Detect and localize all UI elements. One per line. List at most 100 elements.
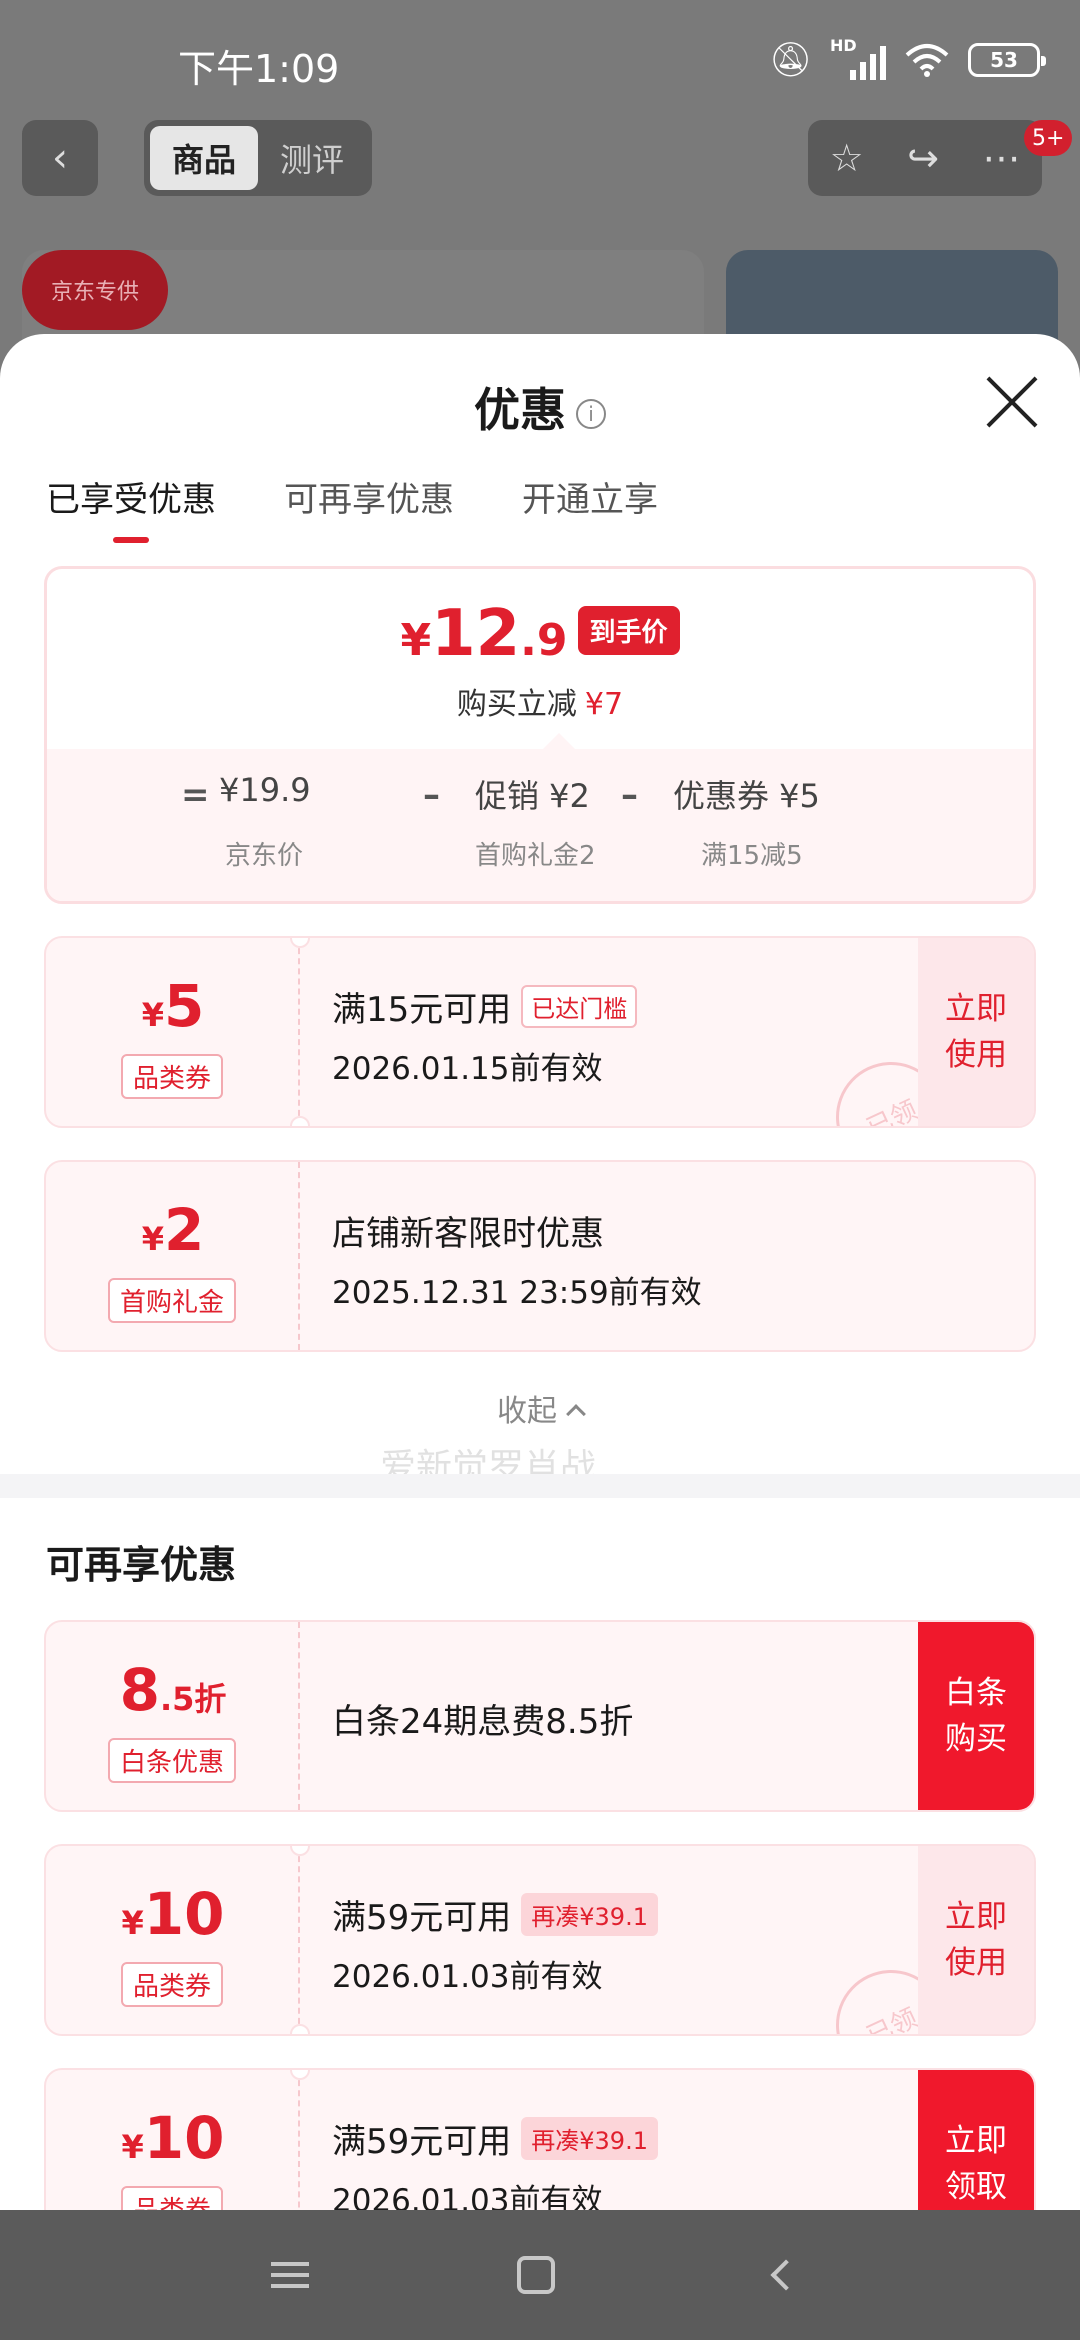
- coupon-type: 品类券: [120, 1962, 224, 2007]
- coupon-condition: 白条24期息费8.5折: [332, 1702, 634, 1742]
- chevron-left-icon: ‹: [52, 135, 68, 181]
- claim-now-button[interactable]: 立即领取: [918, 2070, 1034, 2210]
- info-icon[interactable]: i: [576, 398, 606, 429]
- coupon-amount: ¥5: [46, 972, 300, 1040]
- collapse-button[interactable]: 收起: [0, 1386, 1080, 1430]
- tab-more[interactable]: 可再享优惠: [284, 472, 454, 543]
- currency: ¥: [400, 615, 432, 666]
- minus-sign: –: [423, 775, 440, 815]
- tab-review[interactable]: 测评: [258, 126, 366, 190]
- save-label: 购买立减: [456, 687, 577, 722]
- product-tabs: 商品 测评: [144, 120, 372, 196]
- sheet-title: 优惠 i: [0, 374, 1080, 440]
- coupon-amount: ¥10: [46, 1880, 300, 1948]
- coupon-expiry: 2026.01.03前有效: [332, 2183, 603, 2210]
- promo-label: 首购礼金2: [475, 841, 596, 871]
- promo-value: 促销 ¥2: [475, 777, 590, 815]
- coupon-number: 5: [163, 972, 205, 1040]
- coupon-condition: 店铺新客限时优惠: [332, 1214, 604, 1254]
- system-nav-bar: [0, 2210, 1080, 2340]
- gap-badge: 再凑¥39.1: [521, 2117, 658, 2160]
- baitiao-buy-label: 白条购买: [945, 1675, 1007, 1757]
- coupon-card: ¥10 品类券 满59元可用再凑¥39.1 2026.01.03前有效 立即领取: [44, 2068, 1036, 2210]
- back-icon[interactable]: [726, 2210, 846, 2340]
- final-price-int: 12: [431, 597, 521, 671]
- store-tag: 京东专供: [22, 250, 168, 330]
- status-bar: 下午1:09 🔕︎ HD 53: [0, 0, 1080, 120]
- close-icon[interactable]: [984, 374, 1040, 430]
- wifi-icon: [905, 44, 949, 77]
- use-now-button[interactable]: 立即使用: [918, 938, 1034, 1126]
- price-summary: ¥12.9 到手价 购买立减 ¥7 = ¥19.9 京东价 – 促销 ¥2 首购礼金…: [44, 566, 1036, 904]
- coupon-card: 8.5折 白条优惠 白条24期息费8.5折 白条购买: [44, 1620, 1036, 1812]
- coupon-card: ¥2 首购礼金 店铺新客限时优惠 2025.12.31 23:59前有效: [44, 1160, 1036, 1352]
- section-title: 可再享优惠: [46, 1543, 237, 1587]
- chevron-up-icon: [566, 1404, 586, 1424]
- coupon-currency: ¥: [141, 996, 164, 1034]
- tab-enjoyed[interactable]: 已享受优惠: [46, 472, 216, 543]
- baitiao-buy-button[interactable]: 白条购买: [918, 1622, 1034, 1810]
- home-icon[interactable]: [476, 2210, 596, 2340]
- price-breakdown: = ¥19.9 京东价 – 促销 ¥2 首购礼金2 – 优惠券 ¥5 满15减5: [47, 733, 1033, 901]
- coupon-condition: 满59元可用: [332, 1898, 512, 1938]
- coupon-currency: ¥: [141, 1220, 164, 1258]
- final-price-tag: 到手价: [577, 606, 680, 655]
- coupon-label: 满15减5: [701, 841, 803, 871]
- threshold-badge: 已达门槛: [521, 985, 638, 1028]
- star-icon[interactable]: ☆: [830, 136, 864, 180]
- share-icon[interactable]: ↪: [907, 136, 939, 180]
- notification-badge: 5+: [1024, 120, 1073, 156]
- equals-sign: =: [181, 775, 210, 815]
- coupon-value: 优惠券 ¥5: [673, 777, 820, 815]
- tab-product[interactable]: 商品: [150, 126, 258, 190]
- menu-icon[interactable]: [230, 2210, 350, 2340]
- signal-icon: HD: [830, 36, 886, 80]
- coupon-type: 品类券: [120, 2186, 224, 2210]
- coupon-expiry: 2026.01.15前有效: [332, 1051, 603, 1087]
- use-now-label: 立即使用: [945, 1899, 1007, 1981]
- section-divider: [0, 1474, 1080, 1498]
- coupon-expiry: 2025.12.31 23:59前有效: [332, 1275, 702, 1311]
- battery-icon: 53: [968, 43, 1046, 77]
- use-now-label: 立即使用: [945, 991, 1007, 1073]
- coupon-type: 品类券: [120, 1054, 224, 1099]
- minus-sign: –: [621, 775, 638, 815]
- coupon-expiry: 2026.01.03前有效: [332, 1959, 603, 1995]
- coupon-amount: ¥10: [46, 2104, 300, 2172]
- status-icons: 🔕︎ HD 53: [768, 36, 1046, 80]
- discount-tabs: 已享受优惠 可再享优惠 开通立享: [46, 472, 658, 543]
- tab-activate[interactable]: 开通立享: [522, 472, 658, 543]
- mute-bell-icon: 🔕︎: [768, 40, 812, 80]
- final-price-dec: .9: [520, 615, 568, 666]
- coupon-amount: 8.5折: [46, 1656, 300, 1724]
- coupon-number: 10: [143, 1880, 225, 1948]
- use-now-button[interactable]: 立即使用: [918, 1846, 1034, 2034]
- coupon-card: ¥10 品类券 满59元可用 再凑¥39.1 2026.01.03前有效 已领 立…: [44, 1844, 1036, 2036]
- coupon-currency: ¥: [121, 2128, 144, 2166]
- status-time: 下午1:09: [178, 47, 340, 91]
- coupon-number: 8: [119, 1656, 160, 1724]
- base-price-label: 京东价: [225, 841, 304, 871]
- final-price: ¥12.9 到手价: [47, 597, 1033, 671]
- collapse-label: 收起: [497, 1394, 557, 1429]
- coupon-number: 2: [163, 1196, 205, 1264]
- save-value: ¥7: [584, 687, 624, 722]
- gap-badge: 再凑¥39.1: [521, 1893, 658, 1936]
- coupon-condition: 满15元可用: [332, 990, 512, 1030]
- top-actions: ☆ ↪ ⋯: [808, 120, 1042, 196]
- coupon-amount: ¥2: [46, 1196, 300, 1264]
- back-button[interactable]: ‹: [22, 120, 98, 196]
- coupon-type: 白条优惠: [107, 1738, 237, 1783]
- discount-sheet: 优惠 i 已享受优惠 可再享优惠 开通立享 ¥12.9 到手价 购买立减 ¥7 = ¥…: [0, 334, 1080, 2210]
- save-line: 购买立减 ¥7: [47, 679, 1033, 723]
- coupon-type: 首购礼金: [107, 1278, 237, 1323]
- coupon-card: ¥5 品类券 满15元可用 已达门槛 2026.01.15前有效 已领 立即使用: [44, 936, 1036, 1128]
- more-icon[interactable]: ⋯: [982, 136, 1020, 180]
- base-price: ¥19.9: [219, 771, 311, 809]
- coupon-suffix: .5折: [159, 1680, 227, 1718]
- sheet-title-text: 优惠: [474, 383, 566, 437]
- claim-now-label: 立即领取: [945, 2123, 1007, 2205]
- coupon-number: 10: [143, 2104, 225, 2172]
- coupon-condition: 满59元可用: [332, 2122, 512, 2162]
- coupon-currency: ¥: [121, 1904, 144, 1942]
